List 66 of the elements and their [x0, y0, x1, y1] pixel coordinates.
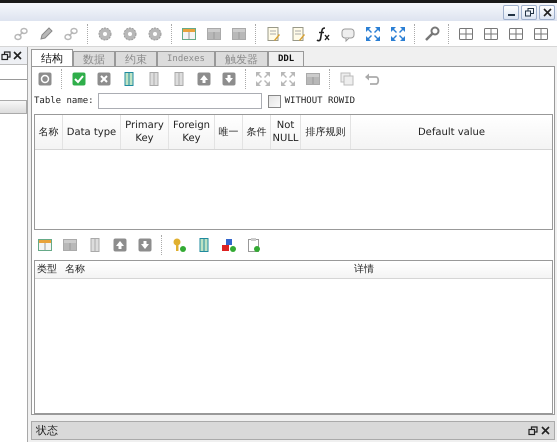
restore-icon[interactable] — [1, 50, 11, 60]
gear-icon — [122, 26, 138, 42]
column-header: Foreign Key — [169, 115, 215, 150]
key-icon — [171, 236, 187, 253]
restore-button[interactable] — [521, 4, 537, 20]
checkmark-icon — [71, 71, 87, 88]
arrows-icon — [365, 26, 381, 42]
column-header: 唯一 — [215, 115, 243, 150]
link-icon — [13, 26, 29, 42]
column-header: Data type — [63, 115, 121, 150]
undo-icon — [364, 71, 380, 88]
layout-icon — [508, 26, 524, 42]
arrow-up-icon — [196, 71, 212, 88]
column-header: 类型 — [36, 262, 58, 278]
clipboard-icon — [246, 236, 262, 253]
gear-icon — [97, 26, 113, 42]
tab[interactable]: DDL — [268, 51, 304, 66]
table-icon — [206, 26, 222, 42]
table-icon — [181, 26, 197, 42]
arrows-icon — [255, 71, 271, 88]
checkbox[interactable] — [268, 94, 281, 108]
close-icon[interactable] — [13, 51, 22, 60]
table-icon — [62, 236, 78, 253]
arrow-down-icon — [137, 236, 153, 253]
link-icon — [63, 26, 79, 42]
column-header: 条件 — [243, 115, 271, 150]
column-header: Not NULL — [271, 115, 301, 150]
close-icon[interactable] — [541, 426, 550, 435]
tab[interactable]: 结构 — [31, 49, 73, 66]
panel-button[interactable] — [0, 100, 27, 114]
bubble-icon — [340, 26, 356, 42]
table-name-field[interactable] — [98, 93, 262, 110]
column-header: Primary Key — [121, 115, 169, 150]
pencil-icon — [38, 26, 54, 42]
column-header: 排序规则 — [301, 115, 351, 150]
layout-icon — [533, 26, 549, 42]
column-header: 名称 — [64, 263, 86, 278]
gear-icon — [147, 26, 163, 42]
layout-icon — [483, 26, 499, 42]
function-icon — [315, 26, 331, 42]
layout-icon — [458, 26, 474, 42]
cancel-icon — [96, 71, 112, 88]
without-rowid-label: WITHOUT ROWID — [284, 96, 356, 106]
document-icon — [265, 26, 281, 42]
document-icon — [290, 26, 306, 42]
column-header: 详情 — [353, 262, 375, 278]
table-icon — [231, 26, 247, 42]
arrow-up-icon — [112, 236, 128, 253]
arrow-down-icon — [221, 71, 237, 88]
close-icon[interactable] — [542, 8, 552, 16]
copy-icon — [339, 71, 355, 88]
refresh-icon — [37, 71, 53, 88]
column-header: Default value — [416, 126, 486, 140]
restore-icon[interactable] — [528, 426, 538, 436]
arrows-icon — [390, 26, 406, 42]
table-icon — [305, 71, 321, 88]
arrows-icon — [280, 71, 296, 88]
table-icon — [37, 236, 53, 253]
minimize-button[interactable] — [503, 4, 519, 20]
column-header: 名称 — [35, 115, 63, 150]
restore-icon — [524, 8, 534, 16]
table-name-label: Table name: — [34, 96, 94, 106]
close-button[interactable] — [539, 4, 555, 20]
blocks-icon — [221, 236, 237, 253]
status-panel-title: 状态 — [36, 423, 58, 438]
minimize-icon — [508, 14, 514, 16]
